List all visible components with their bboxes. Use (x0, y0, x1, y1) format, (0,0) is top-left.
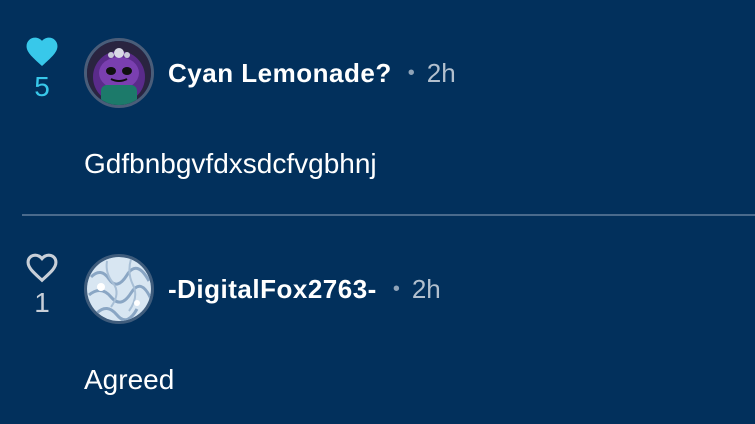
comment-header: Cyan Lemonade? • 2h (168, 38, 456, 108)
comment-text: Agreed (84, 364, 175, 395)
like-button[interactable] (22, 248, 62, 284)
heart-filled-icon (26, 37, 58, 66)
avatar-image (87, 257, 151, 321)
comment-item: 1 -DigitalFox2763- • 2h Agreed (0, 216, 755, 424)
avatar[interactable] (84, 38, 154, 108)
separator-dot: • (392, 277, 400, 300)
comment-text: Gdfbnbgvfdxsdcfvgbhnj (84, 148, 377, 179)
avatar-image (87, 41, 151, 105)
like-column: 1 (18, 248, 66, 318)
like-button[interactable] (22, 32, 62, 68)
username[interactable]: Cyan Lemonade? (168, 58, 392, 89)
comment-header: -DigitalFox2763- • 2h (168, 254, 441, 324)
avatar[interactable] (84, 254, 154, 324)
separator-dot: • (407, 61, 415, 84)
timestamp: 2h (411, 273, 441, 304)
username[interactable]: -DigitalFox2763- (168, 274, 377, 305)
like-column: 5 (18, 32, 66, 102)
comment-item: 5 Cyan Lemonade? • 2h Gdfbnbgvfdxsdcfvgb… (0, 0, 755, 216)
like-count: 1 (34, 287, 50, 318)
heart-outline-icon (26, 253, 58, 283)
timestamp: 2h (426, 57, 456, 88)
like-count: 5 (34, 71, 50, 102)
